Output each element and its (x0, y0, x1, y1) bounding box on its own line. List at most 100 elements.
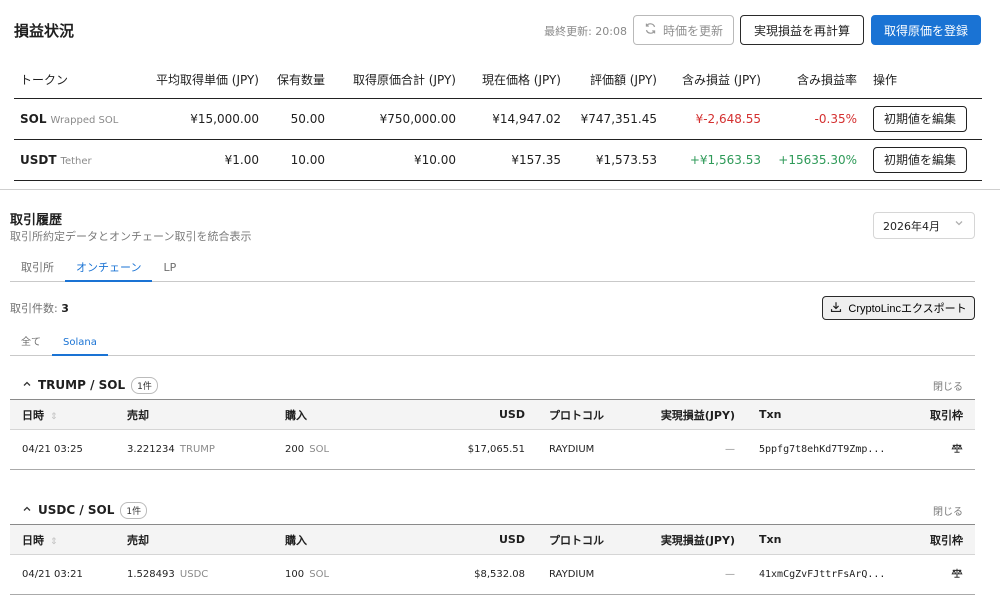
trade-frame-cell (887, 429, 975, 470)
trade-protocol: RAYDIUM (537, 429, 649, 470)
col-price: 現在価格 (JPY) (466, 62, 571, 99)
month-select[interactable]: 2026年4月 (873, 212, 975, 239)
unrealized-pnl: ¥-2,648.55 (667, 98, 771, 140)
token-cell: USDT Tether (14, 139, 134, 181)
unrealized-pnl-rate: +15635.30% (771, 139, 867, 181)
tx-count-value: 3 (61, 302, 69, 315)
trade-sell: 3.221234 TRUMP (115, 429, 273, 470)
sell-amount: 1.528493 (127, 569, 175, 580)
sort-icon[interactable]: ⇕ (50, 412, 58, 422)
pnl-header-row: トークン 平均取得単価 (JPY) 保有数量 取得原価合計 (JPY) 現在価格… (14, 62, 982, 99)
col-sell: 売却 (115, 524, 273, 555)
col-trade-frame: 取引枠 (887, 524, 975, 555)
col-token: トークン (14, 62, 134, 99)
group-pair: TRUMP / SOL (38, 378, 126, 392)
last-updated: 最終更新: 20:08 (544, 25, 627, 38)
col-sell: 売却 (115, 399, 273, 430)
tab-onchain[interactable]: オンチェーン (65, 256, 153, 282)
current-price: ¥14,947.02 (466, 98, 571, 140)
chain-tabs: 全て Solana (10, 332, 975, 356)
col-realized: 実現損益(JPY) (649, 399, 747, 430)
pnl-title: 損益状況 (14, 22, 75, 40)
trade-table: 日時 ⇕ 売却 購入 USD プロトコル 実現損益(JPY) Txn 取引枠 04… (10, 399, 975, 470)
token-symbol: USDT (20, 152, 57, 167)
trade-sell: 1.528493 USDC (115, 554, 273, 595)
current-price: ¥157.35 (466, 139, 571, 181)
buy-amount: 100 (285, 569, 305, 580)
download-icon (830, 301, 842, 316)
col-pnl-rate: 含み損益率 (771, 62, 867, 99)
buy-token: SOL (309, 569, 330, 580)
token-name: Tether (60, 155, 92, 167)
token-symbol: SOL (20, 111, 47, 126)
group-close-link[interactable]: 閉じる (933, 503, 963, 518)
buy-amount: 200 (285, 444, 305, 455)
tx-count-label: 取引件数: (10, 302, 58, 315)
pnl-table: トークン 平均取得単価 (JPY) 保有数量 取得原価合計 (JPY) 現在価格… (14, 62, 982, 181)
quantity: 10.00 (269, 139, 335, 181)
tab-exchange[interactable]: 取引所 (10, 256, 65, 282)
col-usd: USD (441, 399, 537, 430)
col-buy: 購入 (273, 524, 441, 555)
trade-header-row: 日時 ⇕ 売却 購入 USD プロトコル 実現損益(JPY) Txn 取引枠 (10, 524, 975, 555)
total-cost: ¥10.00 (335, 139, 466, 181)
trade-usd: $17,065.51 (441, 429, 537, 470)
scale-icon[interactable] (951, 443, 963, 457)
tab-lp[interactable]: LP (152, 256, 187, 282)
refresh-label: 時価を更新 (662, 23, 723, 38)
col-buy: 購入 (273, 399, 441, 430)
sell-token: TRUMP (179, 444, 215, 455)
export-label: CryptoLincエクスポート (848, 303, 967, 315)
table-row: 04/21 03:21 1.528493 USDC 100 SOL $8,532… (10, 554, 975, 595)
sort-icon[interactable]: ⇕ (50, 537, 58, 547)
refresh-prices-button[interactable]: 時価を更新 (633, 15, 734, 45)
col-datetime-label: 日時 (22, 408, 44, 422)
col-realized: 実現損益(JPY) (649, 524, 747, 555)
trade-protocol: RAYDIUM (537, 554, 649, 595)
token-cell: SOL Wrapped SOL (14, 98, 134, 140)
history-subtitle: 取引所約定データとオンチェーン取引を統合表示 (10, 230, 252, 243)
chevron-down-icon (954, 218, 964, 231)
unrealized-pnl-rate: -0.35% (771, 98, 867, 140)
col-protocol: プロトコル (537, 399, 649, 430)
subtab-solana[interactable]: Solana (52, 332, 108, 356)
quantity: 50.00 (269, 98, 335, 140)
chevron-up-icon[interactable] (22, 504, 32, 517)
sell-amount: 3.221234 (127, 444, 175, 455)
avg-cost: ¥1.00 (134, 139, 269, 181)
group-header[interactable]: TRUMP / SOL 1件 閉じる (10, 371, 975, 399)
subtab-all[interactable]: 全て (10, 332, 52, 356)
recalc-realized-button[interactable]: 実現損益を再計算 (740, 15, 864, 45)
avg-cost: ¥15,000.00 (134, 98, 269, 140)
col-trade-frame: 取引枠 (887, 399, 975, 430)
col-total-cost: 取得原価合計 (JPY) (335, 62, 466, 99)
group-header[interactable]: USDC / SOL 1件 閉じる (10, 496, 975, 524)
group-count-badge: 1件 (131, 376, 158, 394)
edit-initial-button[interactable]: 初期値を編集 (873, 105, 967, 132)
edit-initial-button[interactable]: 初期値を編集 (873, 146, 967, 173)
col-datetime[interactable]: 日時 ⇕ (10, 399, 115, 430)
register-cost-button[interactable]: 取得原価を登録 (871, 15, 981, 45)
table-row: USDT Tether ¥1.00 10.00 ¥10.00 ¥157.35 ¥1… (14, 139, 982, 181)
token-name: Wrapped SOL (50, 114, 119, 126)
chevron-up-icon[interactable] (22, 379, 32, 392)
col-datetime[interactable]: 日時 ⇕ (10, 524, 115, 555)
group-close-link[interactable]: 閉じる (933, 378, 963, 393)
pnl-section: 損益状況 最終更新: 20:08 時価を更新 実現損益を再計算 取得原価を登録 … (0, 0, 1000, 190)
group-count-badge: 1件 (120, 501, 148, 519)
txn-hash-link[interactable]: 5ppfg7t8ehKd7T9Zmp... (759, 444, 885, 455)
scale-icon[interactable] (951, 568, 963, 582)
trade-txn[interactable]: 5ppfg7t8ehKd7T9Zmp...↗ (747, 429, 887, 470)
col-datetime-label: 日時 (22, 533, 44, 547)
action-cell: 初期値を編集 (867, 139, 982, 181)
trade-datetime: 04/21 03:25 (10, 429, 115, 470)
trade-realized: — (649, 429, 747, 470)
total-cost: ¥750,000.00 (335, 98, 466, 140)
valuation: ¥1,573.53 (571, 139, 667, 181)
history-title: 取引履歴 (10, 213, 63, 228)
txn-hash-link[interactable]: 41xmCgZvFJttrFsArQ... (759, 569, 885, 580)
export-button[interactable]: CryptoLincエクスポート (822, 296, 975, 320)
trade-txn[interactable]: 41xmCgZvFJttrFsArQ...↗ (747, 554, 887, 595)
trade-group: USDC / SOL 1件 閉じる 日時 ⇕ 売却 購入 USD プロトコル 実現… (10, 496, 975, 595)
trade-buy: 100 SOL (273, 554, 441, 595)
